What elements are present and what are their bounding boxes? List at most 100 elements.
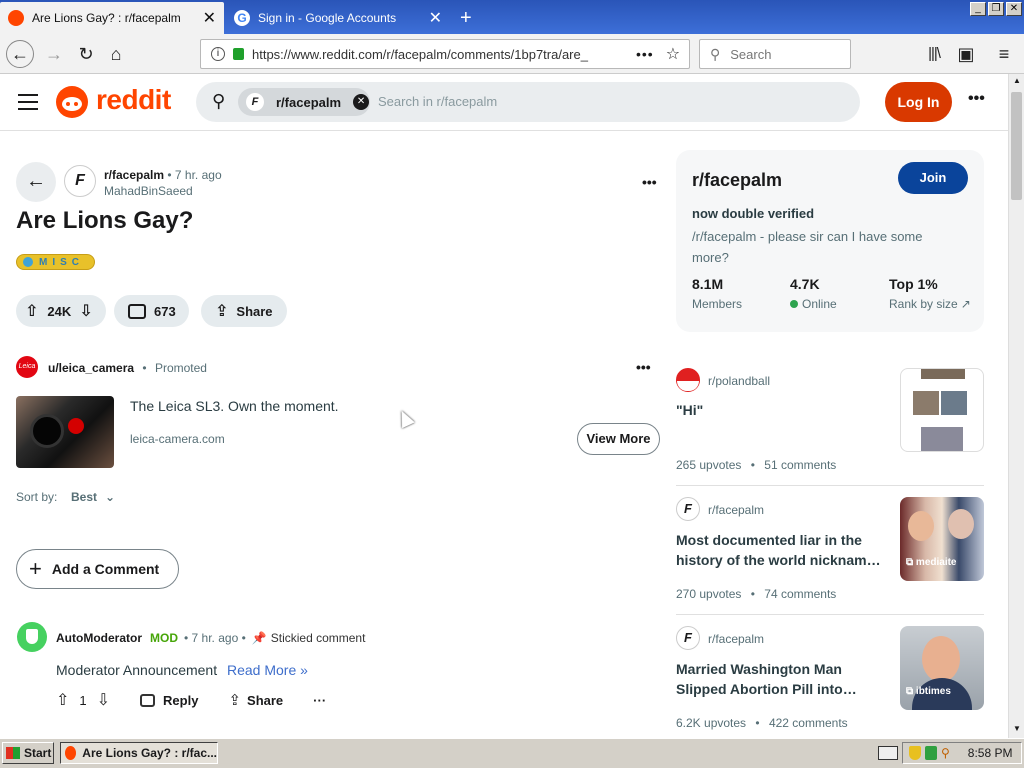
minimize-icon[interactable]: _ <box>970 2 986 16</box>
facepalm-sub-icon[interactable]: F <box>64 165 96 197</box>
taskbar-window-button[interactable]: Are Lions Gay? : r/fac... <box>60 742 218 764</box>
rec-thumbnail-photo[interactable]: ⧉ ibtimes <box>900 626 984 710</box>
post-author[interactable]: MahadBinSaeed <box>104 184 193 198</box>
promo-user[interactable]: u/leica_camera <box>48 361 134 375</box>
downvote-icon[interactable]: ⇩ <box>79 301 92 321</box>
url-text[interactable]: https://www.reddit.com/r/facepalm/commen… <box>252 47 632 62</box>
upvote-icon[interactable]: ⇧ <box>56 690 69 710</box>
reply-button[interactable]: Reply <box>163 693 198 708</box>
rec-subreddit[interactable]: r/facepalm <box>708 632 764 646</box>
back-icon[interactable]: ← <box>6 40 34 68</box>
view-more-button[interactable]: View More <box>577 423 660 455</box>
rec-subreddit[interactable]: r/polandball <box>708 374 770 388</box>
promo-thumbnail[interactable] <box>16 396 114 468</box>
rec-subreddit[interactable]: r/facepalm <box>708 503 764 517</box>
reply-icon[interactable] <box>140 693 156 707</box>
rec-thumbnail-photo[interactable]: ⧉ mediaite <box>900 497 984 581</box>
remove-chip-icon[interactable]: ✕ <box>353 94 370 110</box>
library-icon[interactable]: |||\ <box>922 42 946 66</box>
tab-active[interactable]: Are Lions Gay? : r/facepalm ✕ <box>0 2 224 34</box>
comment-author[interactable]: AutoModerator <box>56 631 142 645</box>
lock-icon <box>233 48 244 60</box>
browser-nav-bar: ← → ↻ ⌂ i https://www.reddit.com/r/facep… <box>0 34 1024 74</box>
login-button[interactable]: Log In <box>885 82 952 122</box>
comment-text: Moderator Announcement <box>56 662 218 678</box>
shield-icon[interactable] <box>909 746 921 760</box>
recommended-post-2[interactable]: F r/facepalm Most documented liar in the… <box>676 497 984 615</box>
downvote-icon[interactable]: ⇩ <box>97 690 110 710</box>
members-count: 8.1M <box>692 276 724 292</box>
sidebar-subreddit-name[interactable]: r/facepalm <box>692 170 782 191</box>
reddit-favicon-icon <box>65 746 77 760</box>
promo-options-icon[interactable]: ••• <box>636 359 651 375</box>
search-icon: ⚲ <box>212 91 226 111</box>
rec-thumbnail-comic[interactable] <box>900 368 984 452</box>
comment-share-button[interactable]: Share <box>247 693 283 708</box>
add-comment-button[interactable]: + Add a Comment <box>16 549 179 589</box>
reddit-search-bar[interactable]: ⚲ F r/facepalm ✕ Search in r/facepalm <box>196 82 860 122</box>
sidebar-tagline: now double verified <box>692 206 815 221</box>
reddit-wordmark[interactable]: reddit <box>96 84 171 116</box>
network-icon[interactable] <box>925 746 937 760</box>
more-options-icon[interactable]: ••• <box>968 90 985 108</box>
post-subreddit-link[interactable]: r/facepalm <box>104 168 164 182</box>
comment-more-icon[interactable]: ··· <box>313 693 326 708</box>
tab-google-signin[interactable]: G Sign in - Google Accounts ✕ <box>226 2 450 34</box>
promo-text[interactable]: The Leica SL3. Own the moment. <box>130 398 339 414</box>
subreddit-info-card: r/facepalm Join now double verified /r/f… <box>676 150 984 332</box>
page-actions-icon[interactable]: ••• <box>636 46 654 62</box>
rec-title[interactable]: Married Washington Man Slipped Abortion … <box>676 659 888 699</box>
post-options-icon[interactable]: ••• <box>642 174 657 190</box>
share-icon[interactable]: ⇪ <box>228 691 241 709</box>
close-icon[interactable]: ✕ <box>203 8 216 28</box>
restore-icon[interactable]: ❐ <box>988 2 1004 16</box>
chip-label: r/facepalm <box>276 94 342 110</box>
bookmark-star-icon[interactable]: ☆ <box>666 44 680 64</box>
rec-title[interactable]: "Hi" <box>676 400 888 420</box>
chevron-down-icon: ⌄ <box>105 490 116 504</box>
subreddit-filter-chip[interactable]: F r/facepalm ✕ <box>238 88 370 116</box>
reddit-logo-icon[interactable] <box>56 86 88 118</box>
join-button[interactable]: Join <box>898 162 968 194</box>
rank-label: Rank by size <box>889 297 958 311</box>
search-tray-icon[interactable]: ⚲ <box>941 746 950 760</box>
home-icon[interactable]: ⌂ <box>104 42 128 66</box>
menu-icon[interactable]: ≡ <box>992 42 1016 66</box>
keyboard-icon[interactable] <box>878 746 898 760</box>
add-comment-label: Add a Comment <box>51 561 160 577</box>
sidebar-toggle-icon[interactable]: ▣ <box>954 42 978 66</box>
scroll-down-icon[interactable]: ▼ <box>1010 722 1024 736</box>
close-icon[interactable]: ✕ <box>429 8 442 28</box>
start-button[interactable]: Start <box>2 742 54 764</box>
recommended-post-1[interactable]: r/polandball "Hi" 265 upvotes • 51 comme… <box>676 368 984 486</box>
read-more-link[interactable]: Read More » <box>227 662 308 678</box>
rec-title[interactable]: Most documented liar in the history of t… <box>676 530 888 570</box>
scroll-up-icon[interactable]: ▲ <box>1010 74 1024 88</box>
close-window-icon[interactable]: ✕ <box>1006 2 1022 16</box>
info-icon[interactable]: i <box>211 47 225 61</box>
leica-avatar[interactable]: Leica <box>16 356 38 378</box>
rank-link[interactable]: Rank by size ↗ <box>889 297 971 311</box>
new-tab-button[interactable]: + <box>452 2 480 34</box>
comments-button[interactable]: 673 <box>114 295 189 327</box>
forward-icon[interactable]: → <box>42 42 66 66</box>
share-button[interactable]: ⇪ Share <box>201 295 287 327</box>
reload-icon[interactable]: ↻ <box>74 42 98 66</box>
share-icon: ⇪ <box>215 303 229 320</box>
flair-badge[interactable]: MISC <box>16 254 95 270</box>
sort-dropdown[interactable]: Best ⌄ <box>71 490 115 504</box>
upvote-icon[interactable]: ⇧ <box>25 301 38 321</box>
promo-domain[interactable]: leica-camera.com <box>130 432 225 446</box>
vertical-scrollbar[interactable]: ▲ ▼ <box>1008 74 1024 738</box>
browser-search-field[interactable]: ⚲ Search <box>699 39 851 69</box>
scrollbar-thumb[interactable] <box>1011 92 1022 200</box>
hamburger-menu-icon[interactable] <box>18 94 38 110</box>
promo-meta: u/leica_camera • Promoted <box>48 361 207 375</box>
vote-pill: ⇧ 24K ⇩ <box>16 295 106 327</box>
reddit-search-placeholder: Search in r/facepalm <box>378 94 498 109</box>
members-label: Members <box>692 297 743 311</box>
automoderator-avatar[interactable] <box>17 622 47 652</box>
recommended-post-3[interactable]: F r/facepalm Married Washington Man Slip… <box>676 626 984 738</box>
back-button[interactable]: ← <box>16 162 56 202</box>
url-bar[interactable]: i https://www.reddit.com/r/facepalm/comm… <box>200 39 690 69</box>
